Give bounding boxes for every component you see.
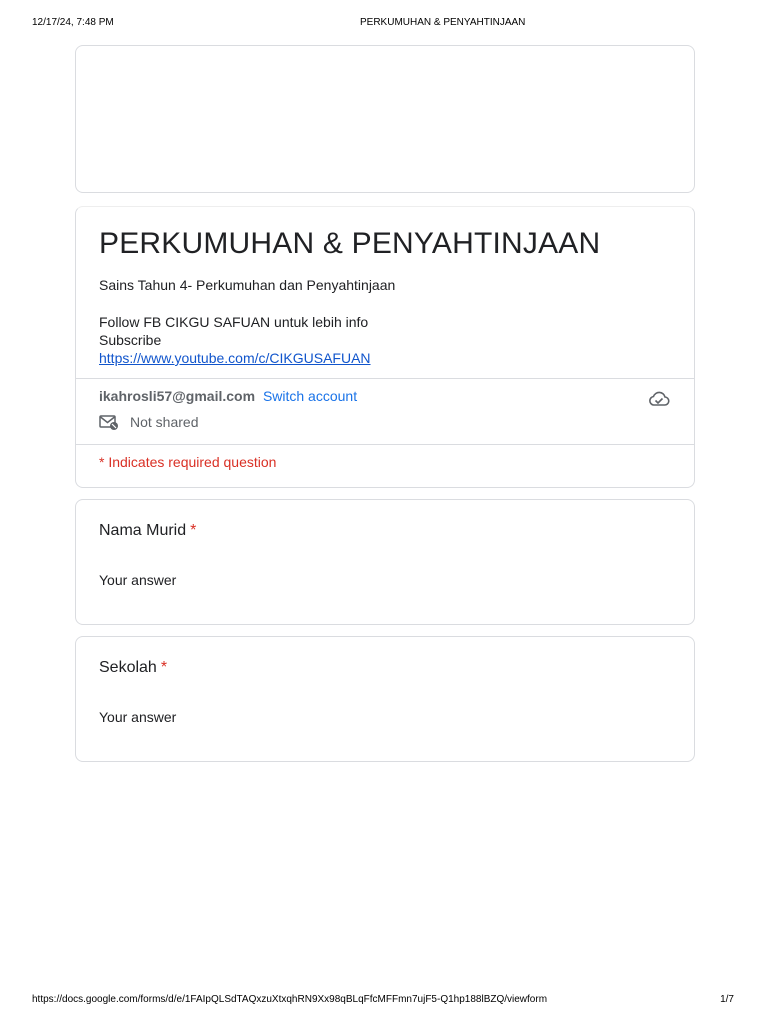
youtube-link[interactable]: https://www.youtube.com/c/CIKGUSAFUAN: [99, 350, 371, 366]
divider: [76, 378, 694, 379]
question-card-sekolah: Sekolah * Your answer: [75, 636, 695, 762]
form-description-line: Follow FB CIKGU SAFUAN untuk lebih info: [99, 314, 369, 330]
switch-account-link[interactable]: Switch account: [263, 388, 357, 404]
print-datetime: 12/17/24, 7:48 PM: [32, 17, 114, 28]
question-label: Nama Murid: [99, 522, 187, 539]
form-title: PERKUMUHAN & PENYAHTINJAAN: [99, 227, 601, 260]
not-shared-row: Not shared: [99, 414, 198, 430]
question-label: Sekolah: [99, 659, 157, 676]
form-description-line: Sains Tahun 4- Perkumuhan dan Penyahtinj…: [99, 277, 396, 293]
mail-not-shared-icon: [99, 414, 119, 430]
answer-input-nama-murid[interactable]: Your answer: [99, 572, 176, 588]
required-note: * Indicates required question: [99, 454, 277, 470]
question-card-nama-murid: Nama Murid * Your answer: [75, 499, 695, 625]
form-description: Sains Tahun 4- Perkumuhan dan Penyahtinj…: [99, 276, 395, 367]
required-asterisk: *: [190, 522, 197, 539]
form-header-card: PERKUMUHAN & PENYAHTINJAAN Sains Tahun 4…: [75, 206, 695, 488]
print-doc-title: PERKUMUHAN & PENYAHTINJAAN: [360, 17, 526, 28]
print-footer: https://docs.google.com/forms/d/e/1FAIpQ…: [32, 994, 736, 1008]
form-description-line: Subscribe: [99, 332, 162, 348]
answer-input-sekolah[interactable]: Your answer: [99, 709, 176, 725]
divider: [76, 444, 694, 445]
question-title: Sekolah *: [99, 659, 167, 677]
account-row: ikahrosli57@gmail.com Switch account: [99, 388, 357, 404]
question-title: Nama Murid *: [99, 522, 196, 540]
cloud-saved-icon: [648, 390, 670, 408]
print-header: 12/17/24, 7:48 PM PERKUMUHAN & PENYAHTIN…: [32, 17, 736, 31]
page-number: 1/7: [720, 994, 734, 1005]
required-asterisk: *: [160, 659, 168, 676]
form-banner: [75, 45, 695, 193]
not-shared-label: Not shared: [130, 414, 199, 430]
account-email: ikahrosli57@gmail.com: [99, 388, 256, 404]
print-url: https://docs.google.com/forms/d/e/1FAIpQ…: [32, 994, 548, 1005]
